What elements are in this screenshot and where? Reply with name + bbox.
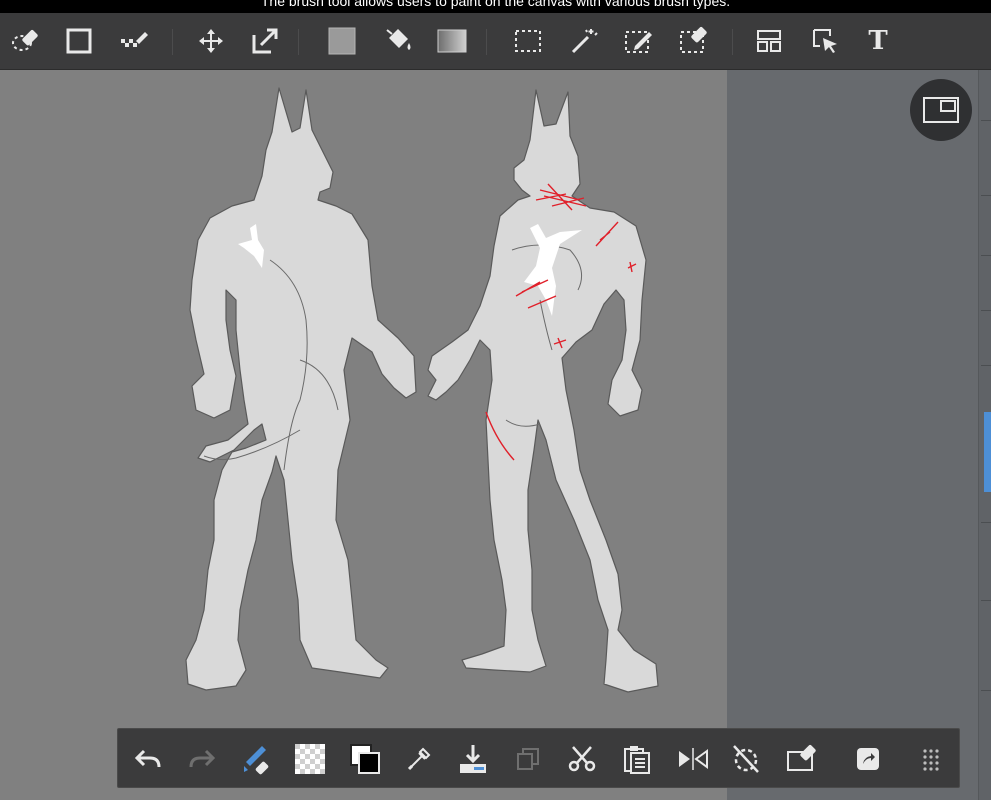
undo-icon	[134, 749, 161, 768]
side-workspace	[727, 70, 991, 800]
duplicate-button[interactable]	[508, 739, 548, 779]
drawing-canvas[interactable]	[0, 70, 727, 800]
brush-eraser-toggle-icon	[244, 746, 269, 775]
navigator-button[interactable]	[910, 79, 972, 141]
eyedropper-button[interactable]	[399, 739, 439, 779]
scroll-tick	[981, 600, 991, 601]
back-view-figure	[185, 87, 417, 691]
scroll-tick	[981, 195, 991, 196]
rectangle-tool-button[interactable]	[59, 21, 99, 61]
brush-eraser-toggle-button[interactable]	[237, 739, 277, 779]
select-eraser-button[interactable]	[674, 21, 714, 61]
dot-brush-icon	[121, 32, 148, 47]
transparent-color-button[interactable]	[290, 739, 330, 779]
scroll-tick	[981, 310, 991, 311]
select-pen-button[interactable]	[619, 21, 659, 61]
panel-layout-icon	[757, 30, 781, 52]
scroll-tick	[981, 522, 991, 523]
flip-horizontal-icon	[679, 748, 708, 770]
import-button[interactable]	[453, 739, 493, 779]
lasso-eraser-icon	[12, 30, 38, 51]
scroll-tick	[981, 690, 991, 691]
clear-layer-icon	[787, 745, 816, 771]
tooltip-text: The brush tool allows users to paint on …	[260, 0, 731, 9]
scrollbar-thumb[interactable]	[984, 412, 991, 492]
gradient-icon	[437, 29, 467, 53]
panel-layout-button[interactable]	[749, 21, 789, 61]
text-tool-icon: T	[868, 26, 888, 56]
toolbar-divider	[486, 29, 487, 55]
text-tool-button[interactable]: T	[858, 21, 898, 61]
cut-icon	[568, 746, 596, 772]
character-sketch	[185, 87, 659, 693]
clear-layer-button[interactable]	[782, 739, 822, 779]
more-menu-button[interactable]	[911, 739, 951, 779]
marquee-select-icon	[515, 30, 541, 52]
move-button[interactable]	[191, 21, 231, 61]
top-toolbar: T	[0, 13, 991, 70]
select-eraser-icon	[680, 27, 707, 53]
pointer-select-button[interactable]	[805, 21, 845, 61]
eyedropper-icon	[407, 747, 431, 771]
bottom-toolbar	[117, 728, 960, 788]
rotate-reset-icon	[733, 745, 759, 773]
paint-bucket-icon	[386, 29, 411, 50]
marquee-select-button[interactable]	[508, 21, 548, 61]
flip-horizontal-button[interactable]	[673, 739, 713, 779]
toolbar-divider	[172, 29, 173, 55]
square-icon	[66, 28, 92, 54]
toolbar-divider	[298, 29, 299, 55]
fill-color-icon	[328, 27, 356, 55]
select-pen-icon	[625, 31, 652, 53]
import-icon	[460, 745, 486, 773]
toolbar-divider	[732, 29, 733, 55]
move-icon	[199, 29, 223, 53]
duplicate-icon	[517, 748, 539, 770]
redo-icon	[189, 749, 216, 768]
fill-color-button[interactable]	[322, 21, 362, 61]
transparent-color-icon	[295, 744, 325, 774]
pointer-select-icon	[813, 29, 837, 53]
transform-button[interactable]	[245, 21, 285, 61]
paste-button[interactable]	[617, 739, 657, 779]
paint-bucket-button[interactable]	[378, 21, 418, 61]
share-button[interactable]	[848, 739, 888, 779]
app-window: The brush tool allows users to paint on …	[0, 0, 991, 800]
scroll-tick	[981, 120, 991, 121]
undo-button[interactable]	[128, 739, 168, 779]
front-view-figure	[427, 89, 659, 693]
tooltip-banner: The brush tool allows users to paint on …	[0, 0, 991, 13]
magic-wand-button[interactable]	[564, 21, 604, 61]
lasso-eraser-button[interactable]	[6, 21, 46, 61]
more-menu-icon	[923, 749, 939, 771]
paste-icon	[624, 746, 650, 774]
magic-wand-icon	[571, 29, 598, 54]
share-icon	[857, 748, 879, 770]
transform-icon	[252, 28, 278, 54]
redo-button[interactable]	[182, 739, 222, 779]
gradient-button[interactable]	[432, 21, 472, 61]
dot-brush-button[interactable]	[114, 21, 154, 61]
scroll-tick	[981, 365, 991, 366]
navigator-window-icon	[923, 97, 959, 123]
rotate-reset-button[interactable]	[726, 739, 766, 779]
swap-colors-icon	[350, 744, 380, 774]
scroll-tick	[981, 255, 991, 256]
cut-button[interactable]	[562, 739, 602, 779]
swap-colors-button[interactable]	[345, 739, 385, 779]
